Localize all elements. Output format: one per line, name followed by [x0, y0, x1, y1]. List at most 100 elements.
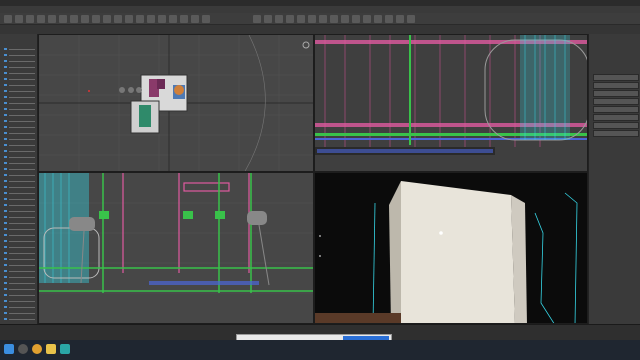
scene-explorer-row[interactable]	[2, 300, 36, 303]
object-type-button[interactable]	[593, 90, 639, 97]
toolbar-button[interactable]	[180, 15, 188, 23]
scene-explorer-row[interactable]	[2, 132, 36, 135]
toolbar-button[interactable]	[385, 15, 393, 23]
viewport-top[interactable]	[38, 34, 314, 172]
scene-explorer-row[interactable]	[2, 276, 36, 279]
eye-icon[interactable]	[4, 66, 7, 68]
eye-icon[interactable]	[4, 312, 7, 314]
scene-explorer-row[interactable]	[2, 126, 36, 129]
eye-icon[interactable]	[4, 318, 7, 320]
eye-icon[interactable]	[4, 228, 7, 230]
scene-explorer-row[interactable]	[2, 258, 36, 261]
viewport-perspective[interactable]	[314, 172, 588, 324]
scene-explorer-row[interactable]	[2, 318, 36, 321]
scene-explorer-row[interactable]	[2, 72, 36, 75]
toolbar-button[interactable]	[341, 15, 349, 23]
command-panel[interactable]	[588, 34, 640, 330]
eye-icon[interactable]	[4, 90, 7, 92]
scene-explorer-row[interactable]	[2, 96, 36, 99]
toolbar-button[interactable]	[103, 15, 111, 23]
eye-icon[interactable]	[4, 192, 7, 194]
toolbar-button[interactable]	[330, 15, 338, 23]
scene-explorer-row[interactable]	[2, 66, 36, 69]
scene-explorer-row[interactable]	[2, 192, 36, 195]
eye-icon[interactable]	[4, 180, 7, 182]
object-type-button[interactable]	[593, 98, 639, 105]
eye-icon[interactable]	[4, 186, 7, 188]
toolbar-button[interactable]	[363, 15, 371, 23]
max-icon[interactable]	[60, 344, 70, 354]
toolbar-button[interactable]	[92, 15, 100, 23]
toolbar-button[interactable]	[147, 15, 155, 23]
eye-icon[interactable]	[4, 60, 7, 62]
scene-explorer-row[interactable]	[2, 222, 36, 225]
toolbar-button[interactable]	[15, 15, 23, 23]
eye-icon[interactable]	[4, 156, 7, 158]
scene-explorer-row[interactable]	[2, 60, 36, 63]
menu-bar[interactable]	[0, 6, 640, 13]
eye-icon[interactable]	[4, 108, 7, 110]
eye-icon[interactable]	[4, 270, 7, 272]
eye-icon[interactable]	[4, 294, 7, 296]
toolbar-button[interactable]	[125, 15, 133, 23]
viewport-front[interactable]	[38, 172, 314, 324]
viewport-right[interactable]	[314, 34, 588, 172]
scene-explorer-row[interactable]	[2, 144, 36, 147]
chrome-icon[interactable]	[32, 344, 42, 354]
scene-explorer-row[interactable]	[2, 204, 36, 207]
eye-icon[interactable]	[4, 282, 7, 284]
eye-icon[interactable]	[4, 168, 7, 170]
eye-icon[interactable]	[4, 162, 7, 164]
eye-icon[interactable]	[4, 102, 7, 104]
toolbar-button[interactable]	[352, 15, 360, 23]
toolbar-button[interactable]	[114, 15, 122, 23]
eye-icon[interactable]	[4, 258, 7, 260]
scene-explorer-row[interactable]	[2, 294, 36, 297]
eye-icon[interactable]	[4, 84, 7, 86]
toolbar-button[interactable]	[297, 15, 305, 23]
eye-icon[interactable]	[4, 210, 7, 212]
scene-explorer-row[interactable]	[2, 186, 36, 189]
scene-explorer-row[interactable]	[2, 234, 36, 237]
toolbar-button[interactable]	[70, 15, 78, 23]
windows-start-icon[interactable]	[4, 344, 14, 354]
object-type-button[interactable]	[593, 74, 639, 81]
eye-icon[interactable]	[4, 96, 7, 98]
eye-icon[interactable]	[4, 276, 7, 278]
toolbar-button[interactable]	[37, 15, 45, 23]
scene-explorer-row[interactable]	[2, 108, 36, 111]
search-icon[interactable]	[18, 344, 28, 354]
scene-explorer-row[interactable]	[2, 210, 36, 213]
scene-explorer-row[interactable]	[2, 156, 36, 159]
scene-explorer-row[interactable]	[2, 246, 36, 249]
scene-explorer-row[interactable]	[2, 180, 36, 183]
scene-explorer-row[interactable]	[2, 114, 36, 117]
eye-icon[interactable]	[4, 234, 7, 236]
toolbar-button[interactable]	[264, 15, 272, 23]
scene-explorer-row[interactable]	[2, 240, 36, 243]
scene-explorer-row[interactable]	[2, 252, 36, 255]
scene-explorer[interactable]	[0, 34, 38, 330]
eye-icon[interactable]	[4, 72, 7, 74]
folder-icon[interactable]	[46, 344, 56, 354]
scene-explorer-row[interactable]	[2, 270, 36, 273]
scene-explorer-row[interactable]	[2, 120, 36, 123]
eye-icon[interactable]	[4, 120, 7, 122]
eye-icon[interactable]	[4, 300, 7, 302]
scene-explorer-row[interactable]	[2, 102, 36, 105]
eye-icon[interactable]	[4, 246, 7, 248]
scene-explorer-row[interactable]	[2, 228, 36, 231]
toolbar-button[interactable]	[396, 15, 404, 23]
eye-icon[interactable]	[4, 204, 7, 206]
toolbar-button[interactable]	[407, 15, 415, 23]
object-type-button[interactable]	[593, 122, 639, 129]
scene-explorer-row[interactable]	[2, 198, 36, 201]
toolbar-button[interactable]	[169, 15, 177, 23]
eye-icon[interactable]	[4, 150, 7, 152]
eye-icon[interactable]	[4, 78, 7, 80]
scene-explorer-row[interactable]	[2, 84, 36, 87]
scene-explorer-row[interactable]	[2, 168, 36, 171]
scene-explorer-row[interactable]	[2, 48, 36, 51]
scene-explorer-row[interactable]	[2, 174, 36, 177]
toolbar-button[interactable]	[4, 15, 12, 23]
